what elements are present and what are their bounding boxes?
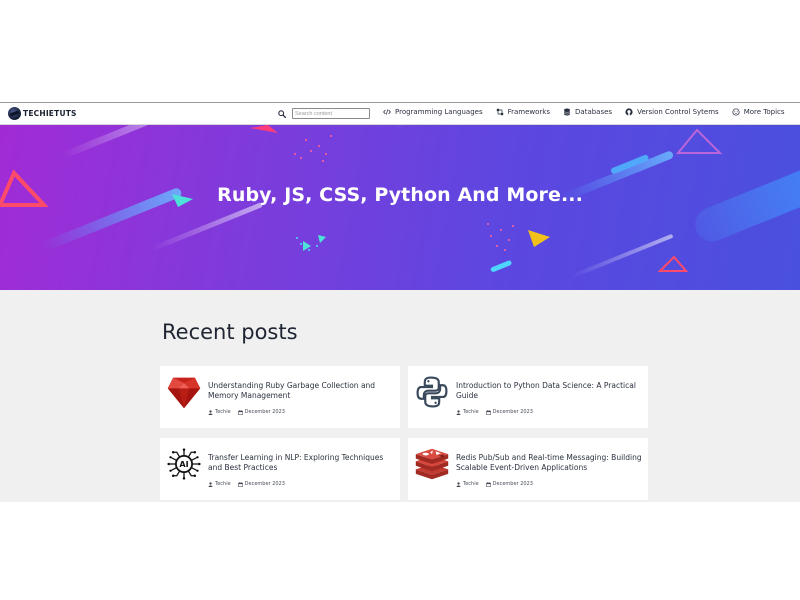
nav-item-programming-languages[interactable]: Programming Languages [383, 108, 483, 116]
top-navbar: TECHIETUTS Programming Languages [0, 102, 800, 125]
light-streak [61, 125, 183, 159]
post-meta: Techie December 2023 [208, 481, 285, 487]
calendar-icon [485, 409, 491, 415]
user-icon [456, 481, 461, 487]
calendar-icon [485, 481, 491, 487]
post-date: December 2023 [492, 409, 533, 415]
post-title[interactable]: Transfer Learning in NLP: Exploring Tech… [208, 453, 398, 472]
post-card[interactable]: Introduction to Python Data Science: A P… [408, 366, 648, 428]
user-icon [208, 481, 213, 487]
light-streak [150, 202, 263, 251]
post-date: December 2023 [244, 409, 285, 415]
post-meta: Techie December 2023 [456, 409, 533, 415]
topics-icon [732, 108, 740, 116]
triangle-shape [318, 235, 326, 243]
main-nav: Programming Languages Frameworks Databas… [383, 108, 785, 116]
code-icon [383, 109, 391, 115]
particle-cluster [294, 135, 332, 162]
triangle-shape [675, 128, 723, 154]
post-meta: Techie December 2023 [456, 481, 533, 487]
post-title[interactable]: Introduction to Python Data Science: A P… [456, 381, 646, 400]
post-date: December 2023 [492, 481, 533, 487]
user-icon [456, 409, 461, 415]
post-title[interactable]: Understanding Ruby Garbage Collection an… [208, 381, 398, 400]
post-title[interactable]: Redis Pub/Sub and Real-time Messaging: B… [456, 453, 646, 472]
calendar-icon [237, 409, 243, 415]
svg-text:AI: AI [179, 459, 188, 469]
post-card[interactable]: AI Transfer Learning in NLP: Exploring T… [160, 438, 400, 500]
triangle-shape [250, 125, 278, 133]
triangle-shape [657, 255, 689, 272]
light-streak [395, 125, 480, 129]
recent-posts-heading: Recent posts [162, 320, 298, 344]
nav-label: Databases [575, 108, 613, 116]
post-author: Techie [463, 481, 479, 487]
search-input[interactable] [292, 108, 370, 119]
nav-label: Frameworks [507, 108, 551, 116]
post-author: Techie [463, 409, 479, 415]
post-author: Techie [215, 409, 231, 415]
user-icon [208, 409, 213, 415]
search-bar [278, 108, 370, 119]
post-author: Techie [215, 481, 231, 487]
nav-item-more-topics[interactable]: More Topics [732, 108, 785, 116]
python-logo-icon [416, 376, 448, 408]
nav-item-databases[interactable]: Databases [563, 108, 612, 116]
database-icon [564, 108, 571, 116]
brand-logo-icon [8, 107, 21, 120]
nav-label: More Topics [743, 108, 785, 116]
ruby-logo-icon [167, 377, 201, 409]
nav-item-frameworks[interactable]: Frameworks [496, 108, 550, 116]
redis-logo-icon [415, 448, 449, 480]
framework-icon [496, 108, 503, 116]
hero-title: Ruby, JS, CSS, Python And More... [217, 184, 583, 206]
brand-name: TECHIETUTS [23, 109, 77, 118]
post-card[interactable]: Understanding Ruby Garbage Collection an… [160, 366, 400, 428]
triangle-shape [528, 230, 550, 247]
brand-logo-link[interactable]: TECHIETUTS [8, 107, 77, 120]
post-date: December 2023 [244, 481, 285, 487]
github-icon [625, 108, 633, 116]
page-viewport: TECHIETUTS Programming Languages [0, 102, 800, 502]
search-icon[interactable] [278, 109, 286, 118]
nav-label: Version Control Sytems [637, 108, 719, 116]
hero-banner: Ruby, JS, CSS, Python And More... [0, 125, 800, 290]
ai-chip-icon: AI [167, 448, 201, 480]
particle-cluster [487, 223, 514, 251]
post-meta: Techie December 2023 [208, 409, 285, 415]
nav-label: Programming Languages [395, 108, 483, 116]
calendar-icon [237, 481, 243, 487]
hero-decorations [0, 125, 800, 279]
light-streak [490, 260, 512, 272]
post-card[interactable]: Redis Pub/Sub and Real-time Messaging: B… [408, 438, 648, 500]
nav-item-version-control[interactable]: Version Control Sytems [625, 108, 719, 116]
